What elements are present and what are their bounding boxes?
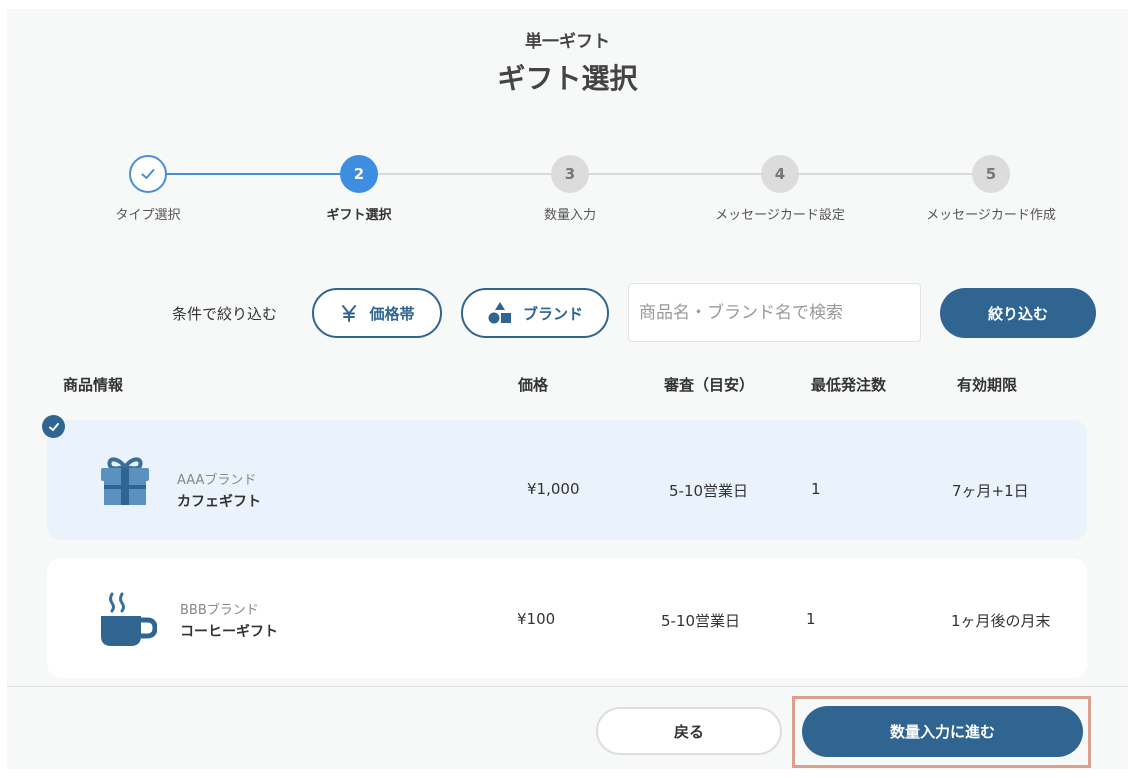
- step-message-card-settings: 4 メッセージカード設定: [690, 155, 870, 223]
- page-title: ギフト選択: [497, 62, 638, 95]
- step-label: 数量入力: [543, 208, 596, 223]
- step-label: メッセージカード作成: [926, 208, 1056, 223]
- step-message-card-create: 5 メッセージカード作成: [901, 155, 1081, 223]
- stepper-line-remaining: [359, 173, 991, 175]
- brand-label: ブランド: [522, 304, 583, 323]
- brand-button[interactable]: ブランド: [461, 288, 609, 338]
- product-review-period: 5-10営業日: [669, 482, 749, 500]
- gift-selection-panel: 単一ギフト ギフト選択 タイプ選択 2 ギフト選択 3 数量入力 4 メッセージ…: [7, 9, 1128, 769]
- column-header-min-order: 最低発注数: [811, 376, 887, 394]
- table-row[interactable]: AAAブランド カフェギフト ¥1,000 5-10営業日 1 7ヶ月+1日: [47, 420, 1087, 540]
- product-name: コーヒーギフト: [180, 624, 278, 640]
- step-number: 5: [972, 155, 1010, 193]
- yen-icon: [339, 303, 359, 323]
- column-header-review: 審査（目安）: [664, 376, 755, 394]
- product-review-period: 5-10営業日: [661, 612, 741, 630]
- product-expiry: 7ヶ月+1日: [952, 482, 1029, 500]
- step-check-circle: [129, 155, 167, 193]
- product-name: カフェギフト: [177, 494, 261, 510]
- product-expiry: 1ヶ月後の月末: [951, 612, 1051, 630]
- step-quantity-input: 3 数量入力: [480, 155, 660, 223]
- shapes-icon: [487, 301, 513, 325]
- filter-label: 条件で絞り込む: [172, 305, 278, 323]
- proceed-to-quantity-button[interactable]: 数量入力に進む: [802, 706, 1083, 757]
- step-label: タイプ選択: [115, 208, 181, 223]
- back-button[interactable]: 戻る: [596, 707, 782, 755]
- column-header-expiry: 有効期限: [957, 376, 1018, 394]
- progress-stepper: タイプ選択 2 ギフト選択 3 数量入力 4 メッセージカード設定 5 メッセー…: [7, 155, 1128, 235]
- coffee-cup-icon: [97, 590, 157, 650]
- selected-check-icon: [42, 415, 65, 438]
- product-min-order: 1: [806, 610, 816, 628]
- step-label: ギフト選択: [326, 208, 392, 223]
- product-price: ¥100: [517, 610, 556, 628]
- product-min-order: 1: [811, 480, 821, 498]
- step-label: メッセージカード設定: [715, 208, 845, 223]
- price-range-label: 価格帯: [369, 304, 415, 323]
- filter-submit-button[interactable]: 絞り込む: [940, 288, 1096, 338]
- step-number: 4: [761, 155, 799, 193]
- product-brand: BBBブランド: [180, 603, 259, 618]
- column-header-price: 価格: [518, 376, 549, 394]
- page-subtitle: 単一ギフト: [525, 32, 610, 52]
- price-range-button[interactable]: 価格帯: [312, 288, 442, 338]
- step-type-select: タイプ選択: [58, 155, 238, 223]
- product-brand: AAAブランド: [177, 473, 257, 488]
- footer-bar: 戻る 数量入力に進む: [7, 686, 1128, 769]
- gift-icon: [95, 452, 155, 512]
- search-input[interactable]: [628, 283, 921, 342]
- table-row[interactable]: BBBブランド コーヒーギフト ¥100 5-10営業日 1 1ヶ月後の月末: [47, 558, 1087, 678]
- check-icon: [141, 169, 155, 179]
- product-price: ¥1,000: [527, 480, 580, 498]
- step-number: 3: [551, 155, 589, 193]
- column-header-product-info: 商品情報: [63, 376, 124, 394]
- step-number: 2: [340, 155, 378, 193]
- step-gift-select: 2 ギフト選択: [269, 155, 449, 223]
